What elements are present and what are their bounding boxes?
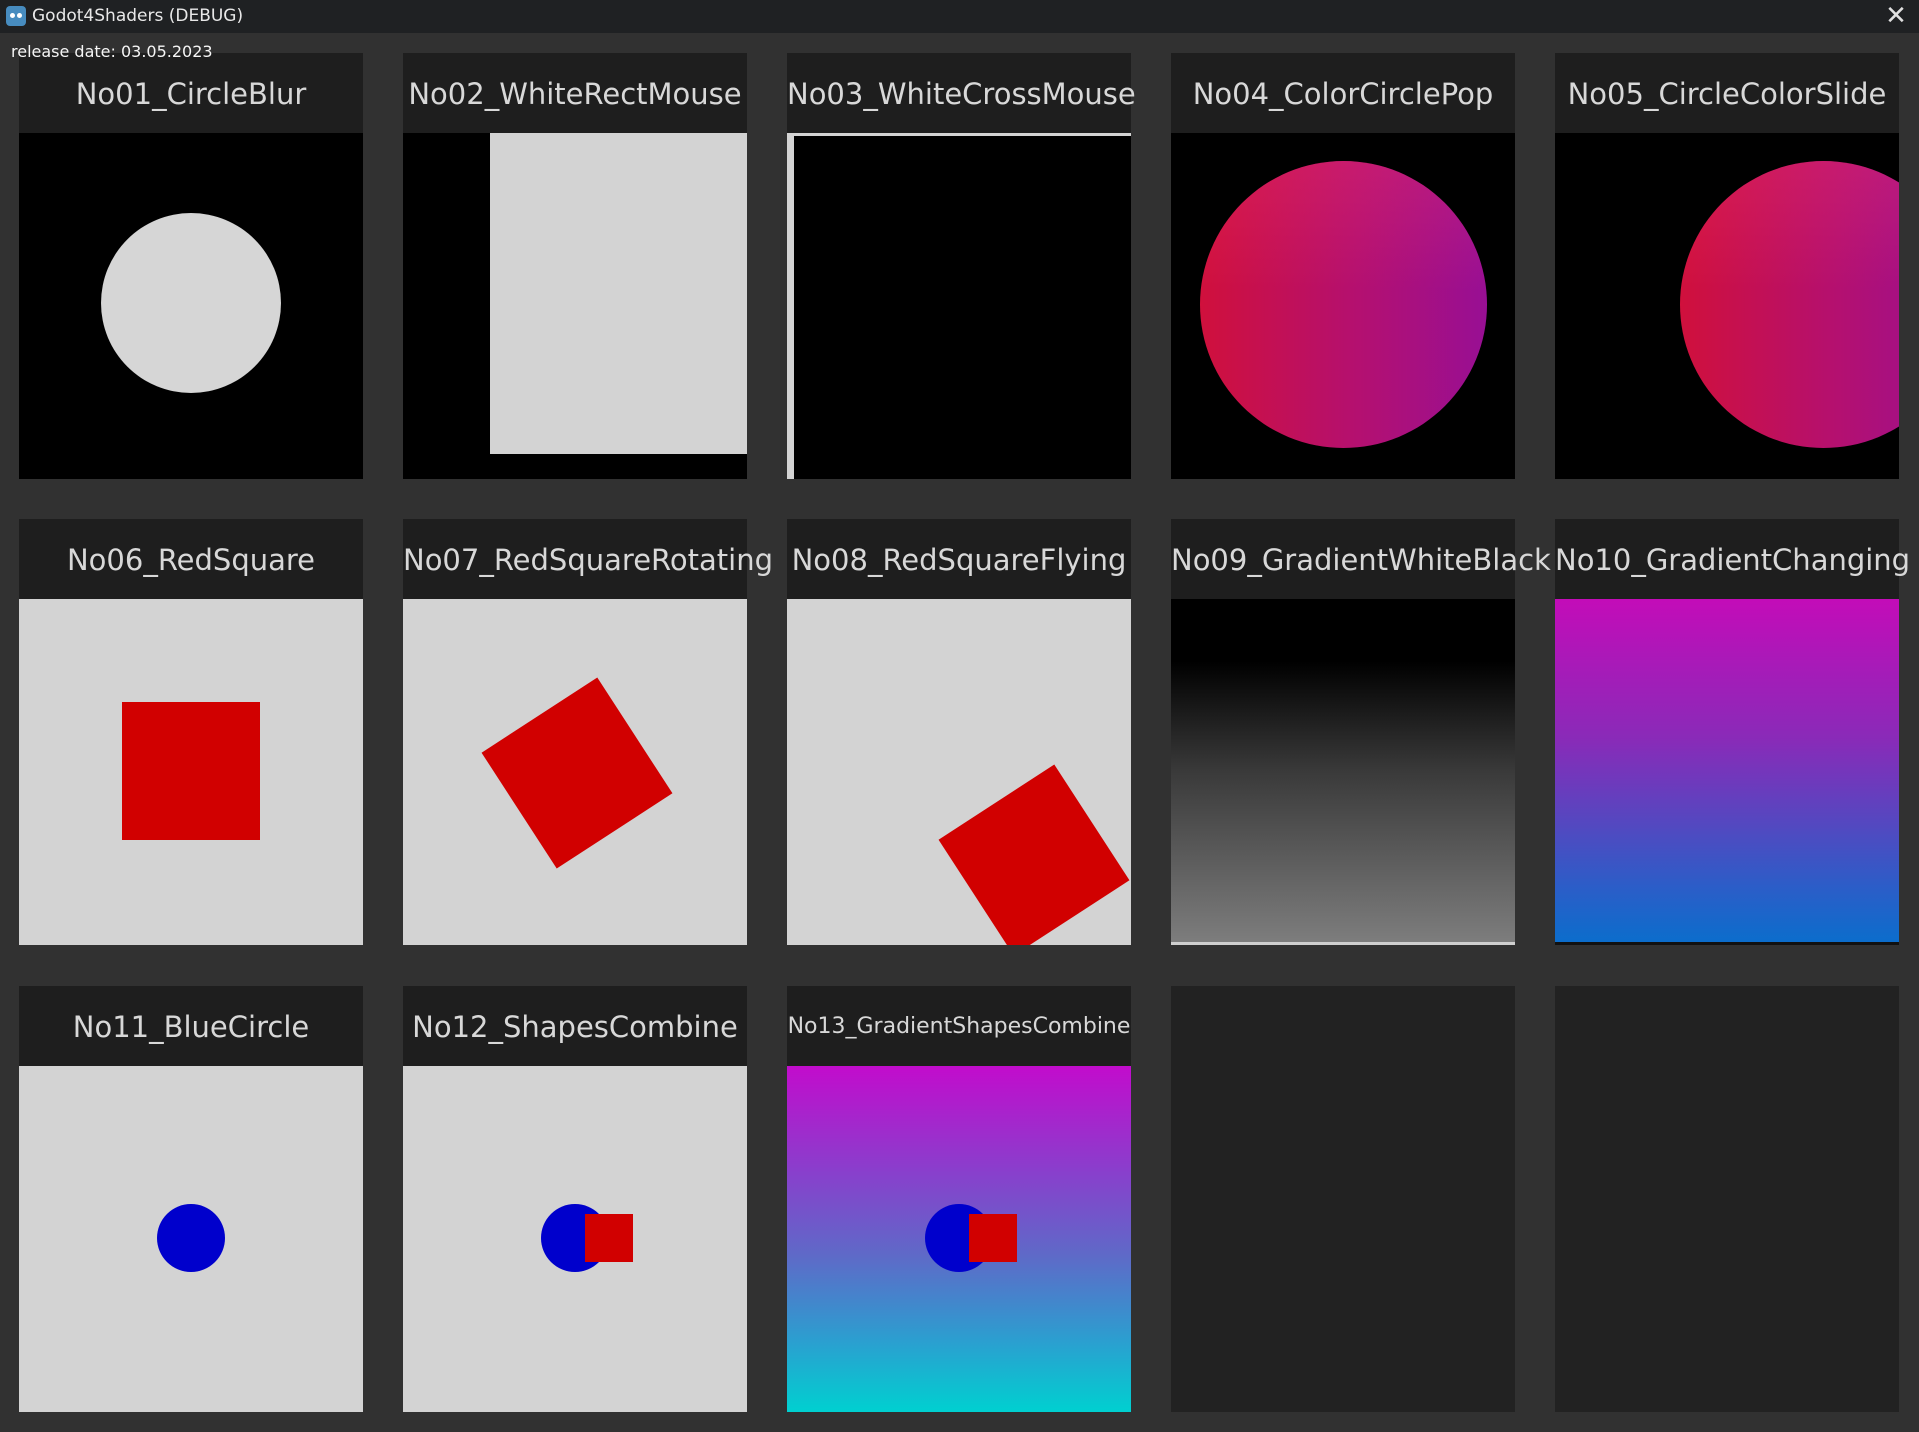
shader-title: No08_RedSquareFlying (787, 519, 1131, 599)
color-circle (1680, 161, 1899, 448)
shader-card-12[interactable]: No12_ShapesCombine (403, 986, 747, 1412)
shader-card-11[interactable]: No11_BlueCircle (19, 986, 363, 1412)
blurred-circle (101, 213, 281, 393)
shader-card-01[interactable]: No01_CircleBlur (19, 53, 363, 479)
shader-title: No13_GradientShapesCombine (787, 986, 1131, 1066)
empty-card (1555, 986, 1899, 1412)
window-title: Godot4Shaders (DEBUG) (32, 6, 244, 26)
cross-vertical-line (787, 133, 794, 479)
shader-card-03[interactable]: No03_WhiteCrossMouse (787, 53, 1136, 479)
shader-title: No12_ShapesCombine (403, 986, 747, 1066)
shader-preview (403, 599, 747, 945)
shader-title: No05_CircleColorSlide (1555, 53, 1899, 133)
shader-title: No07_RedSquareRotating (403, 519, 773, 599)
shader-preview (403, 133, 747, 479)
shader-preview (1171, 133, 1515, 479)
shader-title: No04_ColorCirclePop (1171, 53, 1515, 133)
white-rect (490, 133, 747, 454)
shader-preview (19, 1066, 363, 1412)
shader-preview (1555, 599, 1899, 945)
godot-app-icon (6, 6, 26, 26)
shader-title: No09_GradientWhiteBlack (1171, 519, 1551, 599)
shader-preview (1555, 133, 1899, 479)
shader-card-02[interactable]: No02_WhiteRectMouse (403, 53, 747, 479)
shader-card-10[interactable]: No10_GradientChanging (1555, 519, 1910, 945)
red-square (481, 677, 673, 869)
blue-circle (157, 1204, 225, 1272)
shader-preview (19, 133, 363, 479)
red-square (585, 1214, 633, 1262)
shader-preview (19, 599, 363, 945)
shader-title: No02_WhiteRectMouse (403, 53, 747, 133)
empty-card (1171, 986, 1515, 1412)
color-circle (1200, 161, 1487, 448)
shader-card-09[interactable]: No09_GradientWhiteBlack (1171, 519, 1551, 945)
shader-card-04[interactable]: No04_ColorCirclePop (1171, 53, 1515, 479)
shader-card-13[interactable]: No13_GradientShapesCombine (787, 986, 1131, 1412)
close-icon[interactable]: ✕ (1873, 0, 1919, 33)
shader-preview (787, 599, 1131, 945)
shader-preview (1171, 599, 1515, 945)
shader-title: No06_RedSquare (19, 519, 363, 599)
red-square (938, 764, 1130, 945)
shader-title: No10_GradientChanging (1555, 519, 1910, 599)
shader-preview (787, 1066, 1131, 1412)
red-square (122, 702, 260, 840)
shader-preview (403, 1066, 747, 1412)
shader-card-07[interactable]: No07_RedSquareRotating (403, 519, 773, 945)
shader-card-06[interactable]: No06_RedSquare (19, 519, 363, 945)
release-date-label: release date: 03.05.2023 (11, 42, 213, 61)
shader-title: No01_CircleBlur (19, 53, 363, 133)
shader-preview (787, 133, 1131, 479)
cross-horizontal-line (787, 133, 1131, 136)
window-titlebar: Godot4Shaders (DEBUG) ✕ (0, 0, 1919, 33)
shader-card-05[interactable]: No05_CircleColorSlide (1555, 53, 1899, 479)
shader-title: No03_WhiteCrossMouse (787, 53, 1136, 133)
red-square (969, 1214, 1017, 1262)
shader-card-08[interactable]: No08_RedSquareFlying (787, 519, 1131, 945)
shader-title: No11_BlueCircle (19, 986, 363, 1066)
